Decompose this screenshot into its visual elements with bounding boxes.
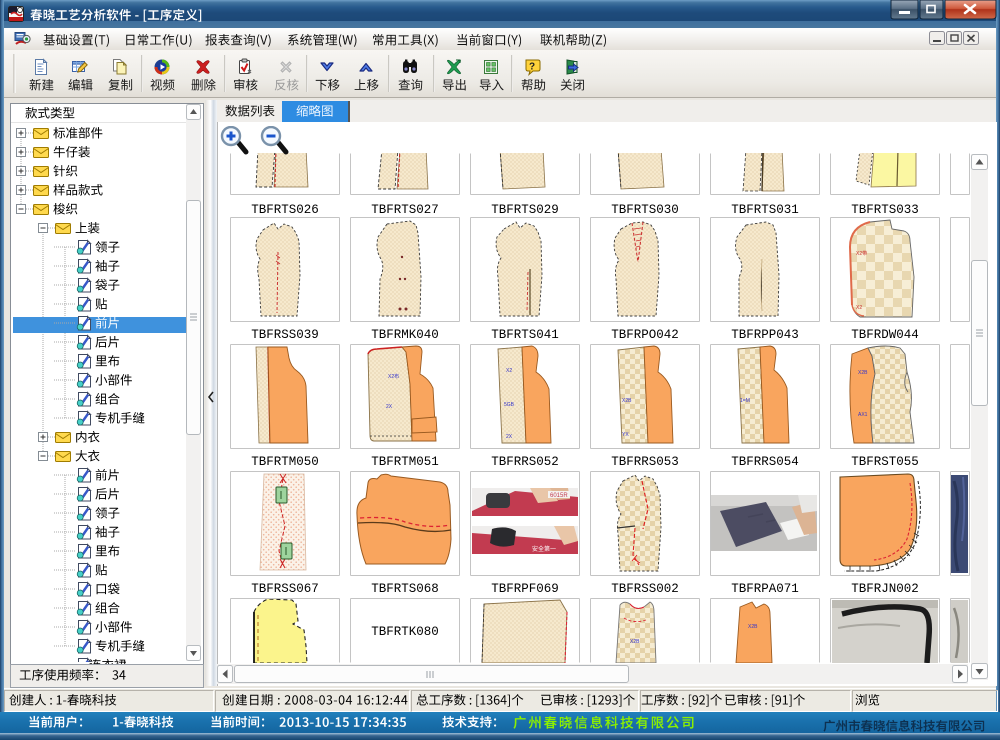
svg-text:TBFRTS041: TBFRTS041 [491,328,559,342]
svg-text:TBFRPP043: TBFRPP043 [731,328,799,342]
svg-text:TBFRTS027: TBFRTS027 [371,203,439,217]
svg-text:TBFRTK080: TBFRTK080 [371,625,439,639]
svg-text:TBFRRS054: TBFRRS054 [731,455,799,469]
svg-text:TBFRTS031: TBFRTS031 [731,203,799,217]
svg-text:X2B: X2B [622,398,632,404]
svg-text:TBFRST055: TBFRST055 [851,455,919,469]
svg-text:TBFRDW044: TBFRDW044 [851,328,919,342]
svg-text:X2B: X2B [858,370,868,376]
svg-text:X2带: X2带 [856,251,867,257]
svg-text:YX: YX [622,432,629,438]
svg-text:TBFRTS068: TBFRTS068 [371,582,439,596]
svg-text:TBFRMK040: TBFRMK040 [371,328,439,342]
svg-text:2X: 2X [386,404,393,410]
svg-text:TBFRPF069: TBFRPF069 [491,582,559,596]
svg-text:X2布: X2布 [388,373,399,380]
svg-text:?: ? [529,62,535,73]
svg-text:TBFRTM050: TBFRTM050 [251,455,319,469]
svg-text:AX1: AX1 [858,412,868,418]
svg-text:TBFRJN002: TBFRJN002 [851,582,919,596]
svg-text:X2: X2 [856,305,862,311]
svg-text:TBFRTS026: TBFRTS026 [251,203,319,217]
svg-text:TBFRPA071: TBFRPA071 [731,582,799,596]
svg-text:X2B: X2B [748,624,758,630]
svg-text:TBFRTS029: TBFRTS029 [491,203,559,217]
svg-text:TBFRRS052: TBFRRS052 [491,455,559,469]
svg-text:TBFRTM051: TBFRTM051 [371,455,439,469]
svg-text:TBFRRS053: TBFRRS053 [611,455,679,469]
svg-text:5GB: 5GB [504,402,515,408]
svg-text:X2: X2 [506,368,512,374]
svg-text:TBFRSS002: TBFRSS002 [611,582,679,596]
svg-text:TBFRTS033: TBFRTS033 [851,203,919,217]
svg-text:6015R: 6015R [550,493,568,499]
svg-text:1=M: 1=M [740,398,750,404]
svg-text:TBFRSS039: TBFRSS039 [251,328,319,342]
svg-text:2X: 2X [506,434,513,440]
svg-text:安全第一: 安全第一 [532,545,556,553]
svg-text:TBFRSS067: TBFRSS067 [251,582,319,596]
svg-text:X2B: X2B [630,639,640,645]
svg-text:TBFRTS030: TBFRTS030 [611,203,679,217]
svg-text:TBFRPO042: TBFRPO042 [611,328,679,342]
